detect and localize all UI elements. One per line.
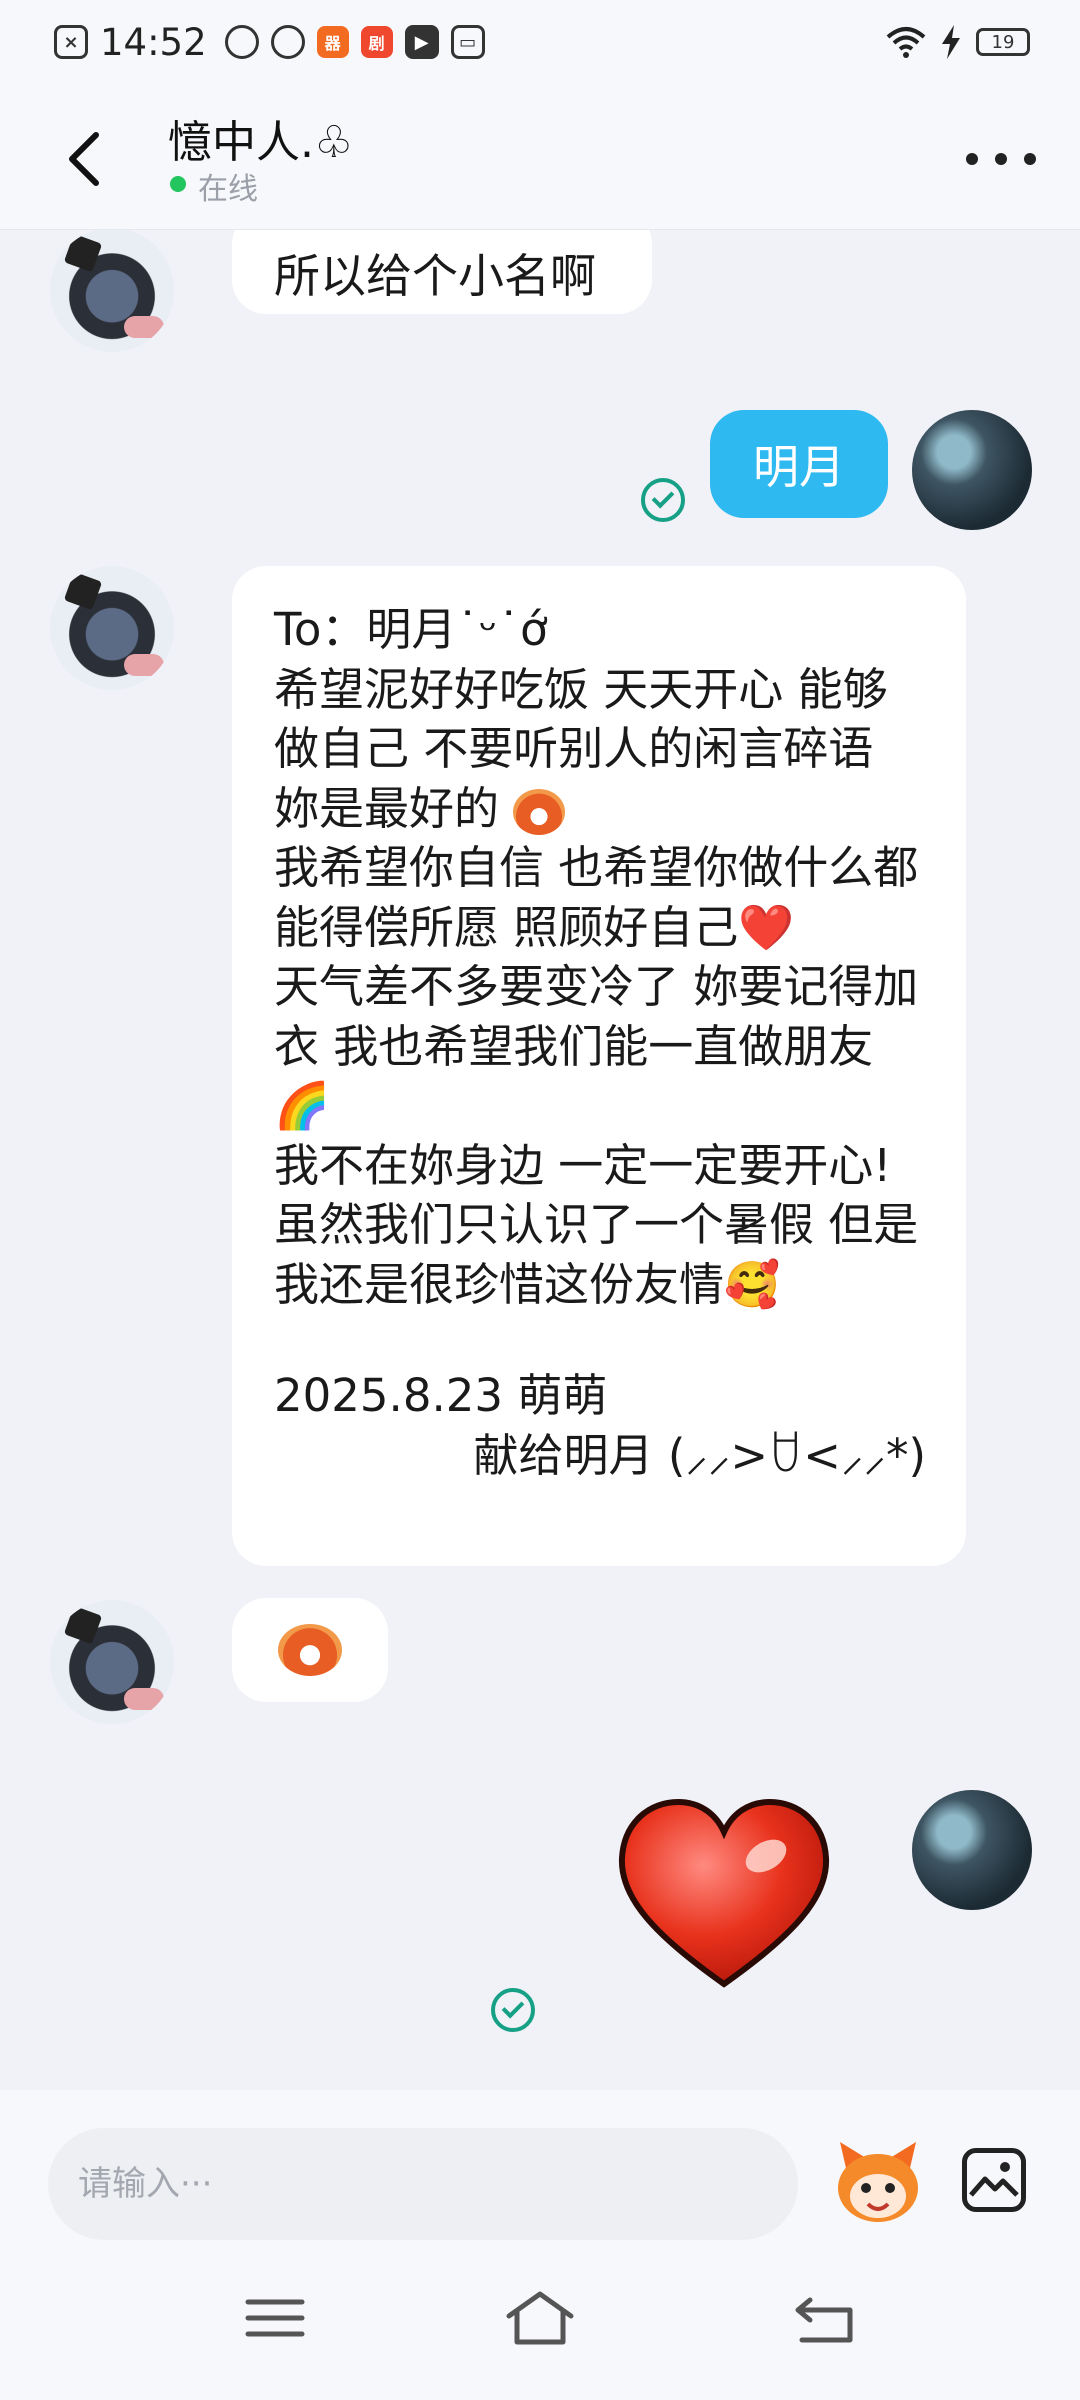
message-bubble-incoming-sticker[interactable]	[232, 1598, 388, 1702]
read-receipt-icon	[641, 478, 685, 522]
wifi-icon	[886, 27, 926, 58]
battery-level: 19	[991, 31, 1015, 53]
more-dots-icon	[966, 153, 978, 165]
letter-date-line: 2025.8.23 萌萌	[274, 1369, 608, 1422]
wallet-icon: ▭	[450, 25, 485, 59]
system-nav-bar	[0, 2240, 1080, 2400]
heart-sticker-icon[interactable]	[616, 1796, 832, 1992]
status-time: 14:52	[100, 20, 207, 64]
back-nav-button[interactable]	[790, 2288, 860, 2348]
x-box-icon: ×	[54, 25, 88, 59]
contact-name[interactable]: 憶中人.♧	[168, 106, 353, 170]
letter-spacer	[274, 1314, 926, 1366]
video-play-icon: ▶	[404, 25, 439, 59]
message-bubble-outgoing[interactable]: 明月	[710, 410, 888, 518]
cloud-drive-icon	[224, 25, 259, 59]
more-dots-icon	[995, 153, 1007, 165]
letter-body-3: 天气差不多要变冷了 妳要记得加衣 我也希望我们能一直做朋友🌈	[274, 960, 919, 1132]
image-picker-button[interactable]	[962, 2148, 1026, 2212]
tongue-face-emoji-icon	[513, 788, 566, 835]
letter-signature: 献给明月 (⸝⸝>ꇴ<⸝⸝*)	[473, 1428, 926, 1482]
battery-icon: 19	[976, 28, 1030, 56]
more-options-button[interactable]	[966, 134, 1036, 184]
letter-body-2: 我希望你自信 也希望你做什么都能得偿所愿 照顾好自己❤️	[274, 841, 919, 954]
more-dots-icon	[1024, 153, 1036, 165]
my-avatar[interactable]	[912, 410, 1032, 530]
orange-app-icon: 剧	[360, 26, 393, 58]
message-input[interactable]	[48, 2128, 798, 2240]
message-text: 所以给个小名啊	[274, 249, 596, 303]
orange-app-icon: 器	[316, 26, 349, 58]
chat-header: 憶中人.♧ 在线	[0, 84, 1080, 230]
message-bubble-incoming-letter[interactable]: To：明月˙ᵕ˙ớ 希望泥好好吃饭 天天开心 能够做自己 不要听别人的闲言碎语 …	[232, 566, 966, 1566]
letter-to-line: To：明月˙ᵕ˙ớ	[274, 603, 548, 656]
contact-avatar[interactable]	[50, 230, 174, 352]
image-icon	[969, 2162, 1019, 2197]
my-avatar[interactable]	[912, 1790, 1032, 1910]
read-receipt-icon	[491, 1988, 535, 2032]
cloud-drive-icon	[270, 25, 305, 59]
message-bubble-incoming[interactable]: 所以给个小名啊	[232, 230, 652, 314]
back-button[interactable]	[54, 124, 114, 194]
home-nav-button[interactable]	[505, 2288, 575, 2348]
letter-body-1: 希望泥好好吃饭 天天开心 能够做自己 不要听别人的闲言碎语 妳是最好的	[274, 662, 888, 835]
online-dot	[170, 176, 186, 192]
letter-body-4: 我不在妳身边 一定一定要开心!	[274, 1138, 892, 1192]
letter-body-5: 虽然我们只认识了一个暑假 但是我还是很珍惜这份友情🥰	[274, 1198, 919, 1311]
laughing-face-sticker-icon	[278, 1624, 342, 1676]
status-bar: × 14:52 器 剧 ▶ ▭ 19	[0, 0, 1080, 84]
menu-nav-button[interactable]	[240, 2288, 310, 2348]
chevron-left-icon	[69, 132, 99, 186]
input-bar	[0, 2090, 1080, 2240]
message-text: 明月	[753, 440, 845, 494]
chat-message-list[interactable]: 所以给个小名啊 明月 To：明月˙ᵕ˙ớ 希望泥好好吃饭 天天开心 能够做自己 …	[0, 230, 1080, 2090]
sticker-button[interactable]	[832, 2138, 924, 2226]
charging-bolt-icon	[942, 25, 960, 59]
contact-avatar[interactable]	[50, 1600, 174, 1724]
online-status: 在线	[198, 172, 258, 207]
letter-paragraph: 希望泥好好吃饭 天天开心 能够做自己 不要听别人的闲言碎语 妳是最好的	[274, 660, 926, 839]
contact-avatar[interactable]	[50, 566, 174, 690]
